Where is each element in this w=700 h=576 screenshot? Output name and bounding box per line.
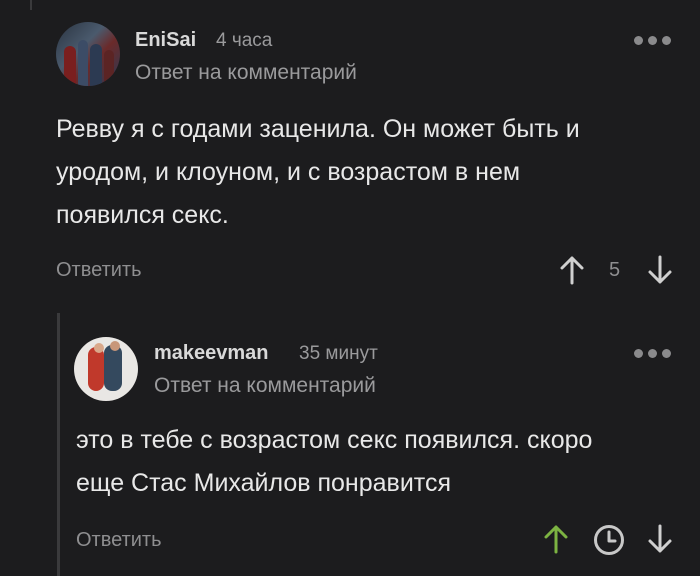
reply-to-link[interactable]: Ответ на комментарий [135, 61, 357, 85]
arrow-down-icon[interactable] [646, 254, 674, 286]
avatar-figure [104, 50, 114, 86]
thread-line [57, 313, 60, 576]
rating-count: 5 [609, 259, 621, 281]
comment-text-line: еще Стас Михайлов понравится [76, 469, 451, 497]
avatar[interactable] [74, 337, 138, 401]
reply-button[interactable]: Ответить [56, 259, 142, 282]
avatar[interactable] [56, 22, 120, 86]
avatar-figure [110, 341, 120, 351]
arrow-up-icon[interactable] [558, 254, 586, 286]
avatar-figure [104, 345, 122, 391]
avatar-figure [94, 343, 104, 353]
avatar-figure [64, 46, 76, 86]
reply-button[interactable]: Ответить [76, 529, 162, 552]
reply-to-link[interactable]: Ответ на комментарий [154, 374, 376, 398]
username[interactable]: EniSai [135, 29, 196, 52]
avatar-figure [78, 40, 88, 86]
more-dots-icon[interactable] [634, 349, 671, 358]
comment: EniSai 4 часа Ответ на комментарий Ревву… [0, 0, 700, 300]
arrow-up-icon[interactable] [542, 523, 570, 555]
comment-text: это в тебе с возрастом секс появился. ск… [76, 419, 592, 505]
comment-text-line: уродом, и клоуном, и с возрастом в нем [56, 158, 521, 186]
comment-text-line: это в тебе с возрастом секс появился. ск… [76, 426, 593, 454]
comment-text: Ревву я с годами заценила. Он может быть… [56, 108, 580, 237]
timestamp: 35 минут [299, 343, 378, 364]
avatar-figure [88, 347, 104, 391]
timestamp: 4 часа [216, 30, 273, 51]
username[interactable]: makeevman [154, 342, 269, 365]
clock-icon[interactable] [592, 523, 626, 557]
more-dots-icon[interactable] [634, 36, 671, 45]
comment-text-line: Ревву я с годами заценила. Он может быть… [56, 115, 580, 143]
comment-text-line: появился секс. [56, 201, 229, 229]
avatar-figure [90, 44, 102, 86]
arrow-down-icon[interactable] [646, 523, 674, 555]
